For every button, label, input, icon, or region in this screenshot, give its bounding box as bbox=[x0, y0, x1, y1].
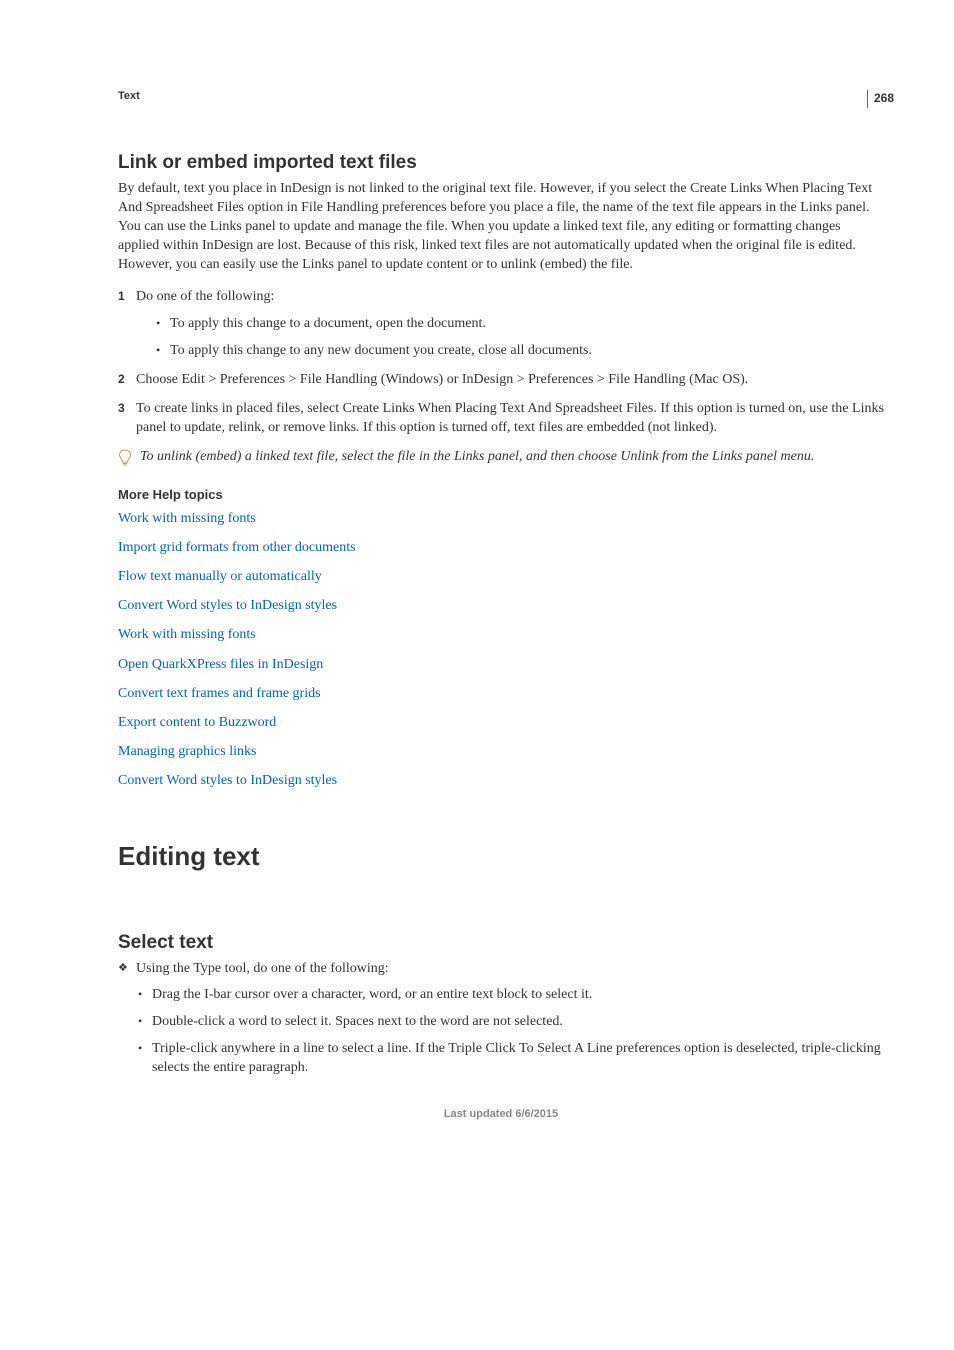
more-help-heading: More Help topics bbox=[118, 487, 884, 502]
lightbulb-icon bbox=[118, 449, 132, 467]
tip-note: To unlink (embed) a linked text file, se… bbox=[118, 448, 884, 467]
help-link[interactable]: Import grid formats from other documents bbox=[118, 539, 884, 557]
step-1-sublist: To apply this change to a document, open… bbox=[136, 315, 884, 361]
page-number: 268 bbox=[867, 90, 894, 108]
list-item: To apply this change to a document, open… bbox=[136, 315, 884, 334]
list-item: Triple-click anywhere in a line to selec… bbox=[118, 1040, 884, 1078]
heading-link-embed: Link or embed imported text files bbox=[118, 152, 884, 174]
step-1: 1 Do one of the following: To apply this… bbox=[118, 288, 884, 361]
step-3: 3 To create links in placed files, selec… bbox=[118, 400, 884, 438]
step-number: 3 bbox=[118, 400, 125, 416]
footer-updated: Last updated 6/6/2015 bbox=[118, 1108, 884, 1120]
list-item: Drag the I-bar cursor over a character, … bbox=[118, 986, 884, 1005]
help-link[interactable]: Export content to Buzzword bbox=[118, 714, 884, 732]
select-text-bullets: Drag the I-bar cursor over a character, … bbox=[118, 986, 884, 1078]
step-number: 1 bbox=[118, 288, 125, 304]
step-number: 2 bbox=[118, 371, 125, 387]
lead-item: Using the Type tool, do one of the follo… bbox=[118, 960, 884, 979]
tip-text: To unlink (embed) a linked text file, se… bbox=[140, 449, 814, 464]
heading-select-text: Select text bbox=[118, 932, 884, 954]
step-text: Do one of the following: bbox=[136, 289, 274, 304]
help-link[interactable]: Work with missing fonts bbox=[118, 510, 884, 528]
step-text: To create links in placed files, select … bbox=[136, 401, 884, 435]
help-link[interactable]: Managing graphics links bbox=[118, 743, 884, 761]
heading-editing-text: Editing text bbox=[118, 841, 884, 872]
help-link[interactable]: Open QuarkXPress files in InDesign bbox=[118, 656, 884, 674]
breadcrumb: Text bbox=[118, 90, 884, 102]
help-link[interactable]: Convert Word styles to InDesign styles bbox=[118, 597, 884, 615]
help-link[interactable]: Convert Word styles to InDesign styles bbox=[118, 772, 884, 790]
step-text: Choose Edit > Preferences > File Handlin… bbox=[136, 372, 748, 387]
intro-paragraph: By default, text you place in InDesign i… bbox=[118, 180, 884, 274]
list-item: Double-click a word to select it. Spaces… bbox=[118, 1013, 884, 1032]
step-2: 2 Choose Edit > Preferences > File Handl… bbox=[118, 371, 884, 390]
help-link[interactable]: Flow text manually or automatically bbox=[118, 568, 884, 586]
help-link[interactable]: Work with missing fonts bbox=[118, 626, 884, 644]
steps-list: 1 Do one of the following: To apply this… bbox=[118, 288, 884, 437]
list-item: To apply this change to any new document… bbox=[136, 342, 884, 361]
help-links: Work with missing fonts Import grid form… bbox=[118, 510, 884, 791]
help-link[interactable]: Convert text frames and frame grids bbox=[118, 685, 884, 703]
lead-text: Using the Type tool, do one of the follo… bbox=[136, 961, 389, 976]
